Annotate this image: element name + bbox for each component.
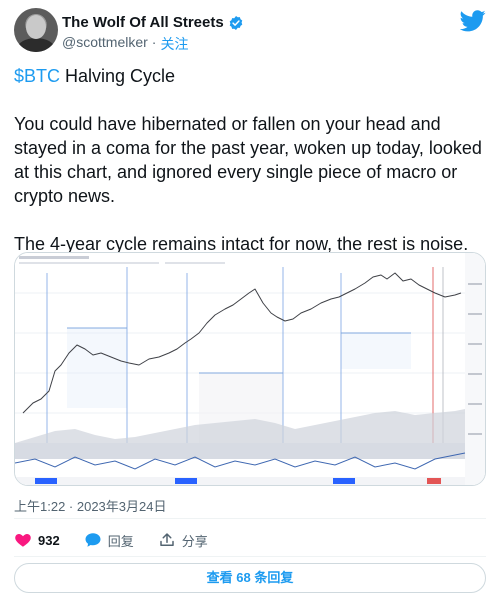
chart-image[interactable] <box>14 252 486 486</box>
cashtag-link[interactable]: $BTC <box>14 66 60 86</box>
reply-action[interactable]: 回复 <box>84 531 134 550</box>
tweet-timestamp[interactable]: 上午1:22 · 2023年3月24日 <box>14 496 166 515</box>
divider-top <box>14 518 486 519</box>
chart-time-marker-red <box>427 478 441 484</box>
view-replies-button[interactable]: 查看 68 条回复 <box>14 563 486 593</box>
separator-dot: · <box>151 34 157 50</box>
share-label: 分享 <box>181 533 208 549</box>
tweet-title-line: $BTC Halving Cycle <box>14 64 488 88</box>
twitter-bird-icon[interactable] <box>460 10 486 32</box>
tweet-paragraph-1: You could have hibernated or fallen on y… <box>14 114 482 206</box>
chart-legend-bar-2 <box>19 262 159 264</box>
name-row: The Wolf Of All Streets <box>62 14 244 31</box>
avatar[interactable] <box>14 8 58 52</box>
author-display-name[interactable]: The Wolf Of All Streets <box>62 14 224 31</box>
verified-badge-icon <box>229 15 242 30</box>
divider-bottom <box>14 556 486 557</box>
tweet-header: The Wolf Of All Streets @scottmelker · 关… <box>14 8 486 56</box>
chart-cycle-box-3 <box>341 333 411 369</box>
chart-cycle-box-1 <box>67 328 127 408</box>
chart-legend-bar-1 <box>19 256 89 259</box>
btc-chart-picture <box>15 253 485 485</box>
chart-volume-band <box>15 443 465 459</box>
tweet-actions: 932 回复 分享 <box>14 528 486 552</box>
chart-price-scale <box>465 253 485 485</box>
follow-button[interactable]: 关注 <box>160 34 188 54</box>
share-arrow-icon <box>159 533 174 546</box>
chart-time-axis <box>15 477 465 485</box>
like-action[interactable]: 932 <box>14 531 60 549</box>
avatar-shoulders <box>17 38 55 52</box>
author-handle[interactable]: @scottmelker <box>62 34 148 54</box>
avatar-face <box>26 15 46 39</box>
like-count: 932 <box>38 532 60 548</box>
handle-row: @scottmelker · 关注 <box>62 34 188 54</box>
chart-legend-bar-3 <box>165 262 225 264</box>
tweet-body: $BTC Halving Cycle You could have hibern… <box>14 64 488 280</box>
reply-label: 回复 <box>107 533 134 549</box>
tweet-title-rest: Halving Cycle <box>60 66 176 86</box>
heart-icon <box>15 533 31 547</box>
share-action[interactable]: 分享 <box>158 531 208 550</box>
speech-bubble-icon <box>85 533 101 547</box>
